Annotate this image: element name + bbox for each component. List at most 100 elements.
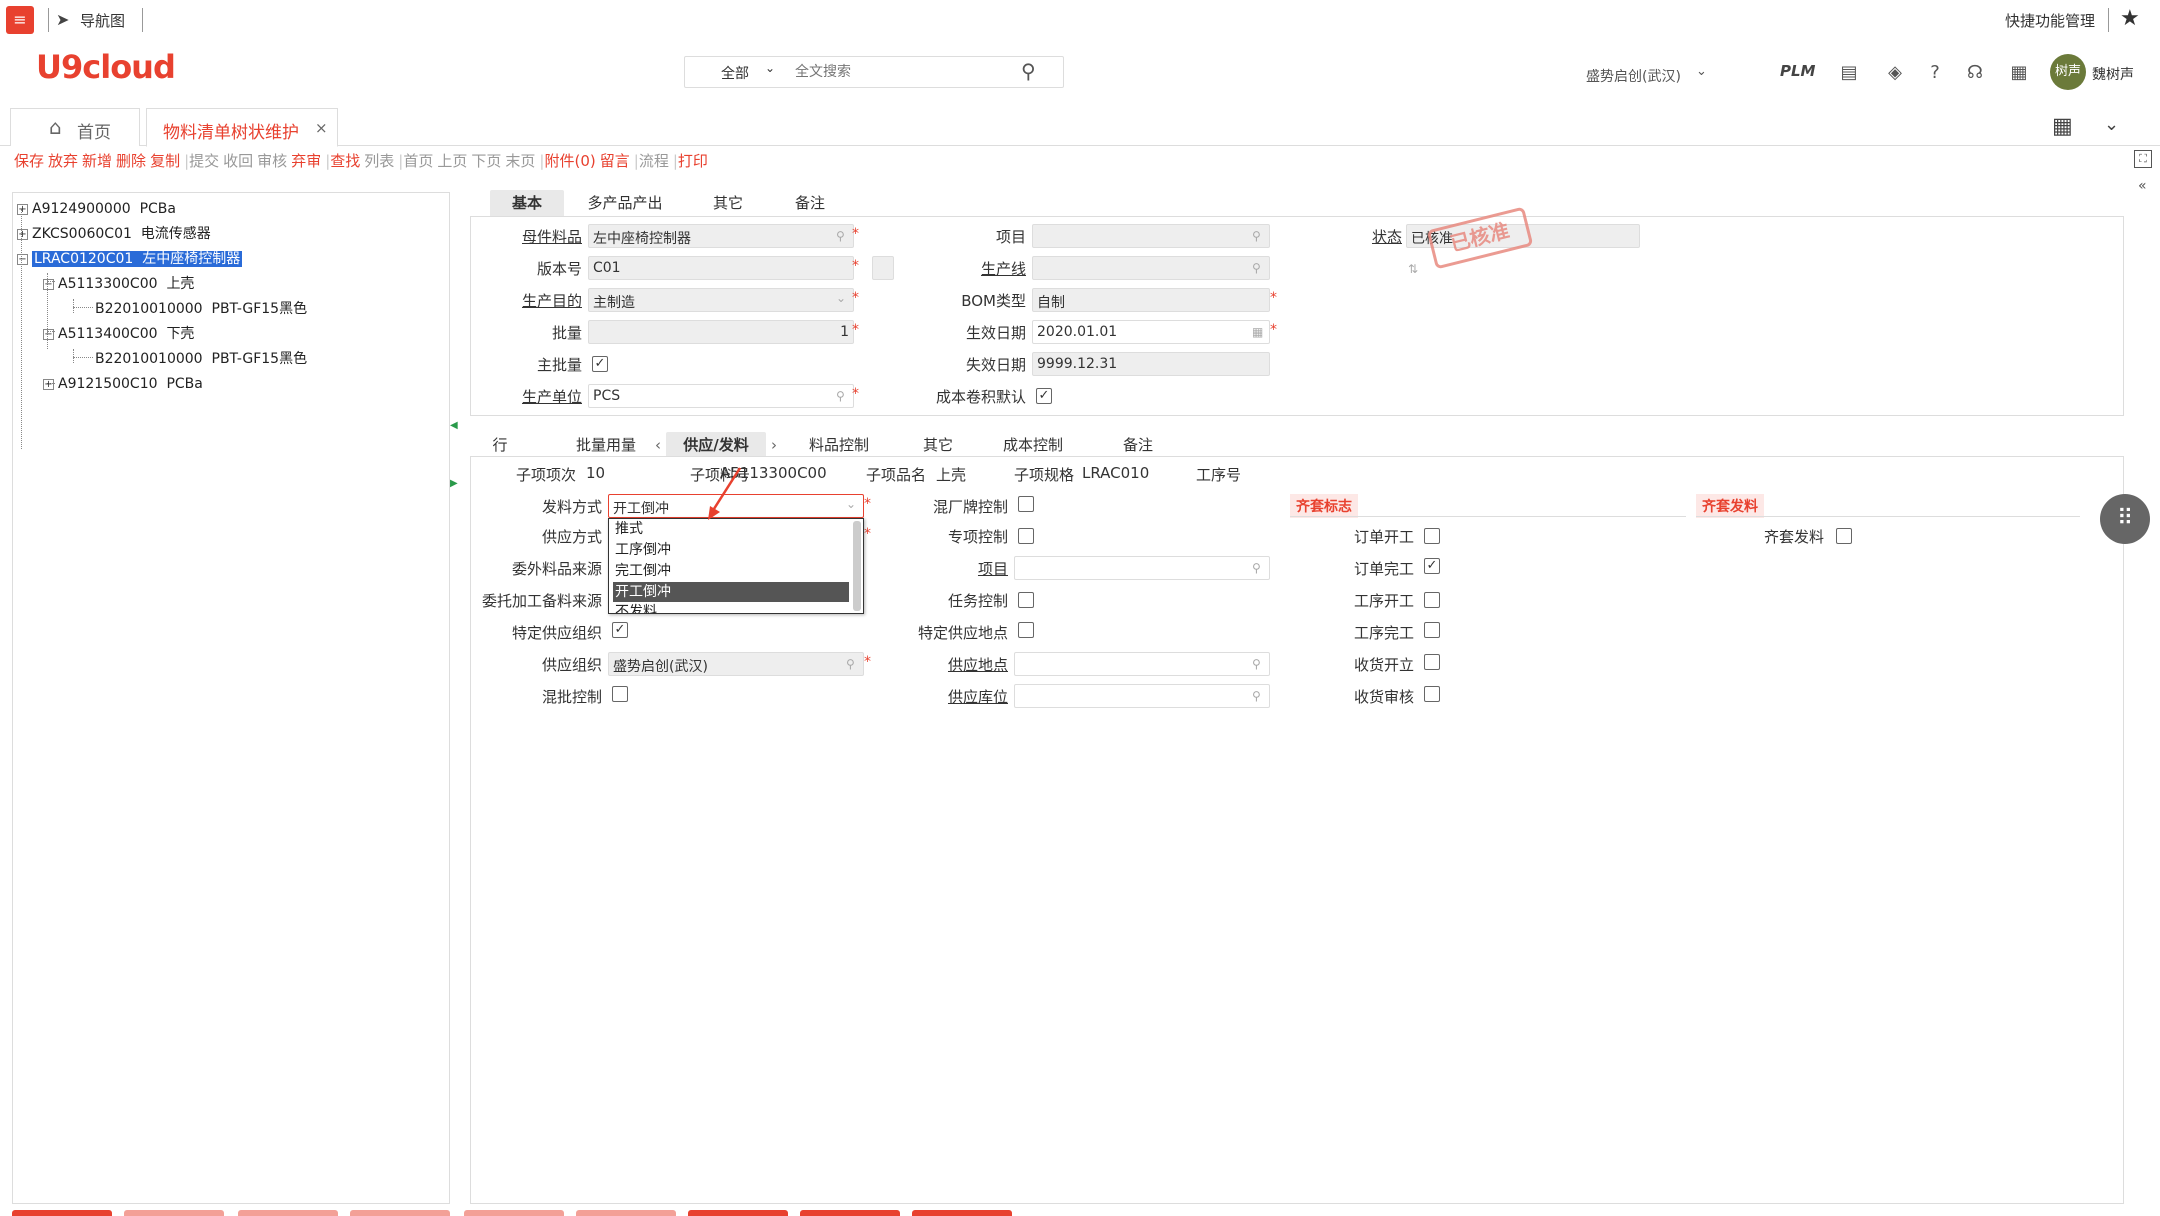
specific-org-checkbox[interactable]: ✓	[612, 622, 628, 638]
avatar[interactable]: 树声	[2050, 54, 2086, 90]
bom-type-field[interactable]: 自制	[1032, 288, 1270, 312]
version-field[interactable]: C01	[588, 256, 854, 280]
search-input[interactable]	[795, 61, 995, 83]
collapse-node-icon[interactable]: −	[43, 278, 54, 290]
dropdown-option-selected[interactable]: 开工倒冲	[613, 582, 849, 602]
tab-bom-tree[interactable]: 物料清单树状维护 ×	[146, 108, 338, 147]
navigation-arrow-icon[interactable]: ➤	[56, 10, 69, 29]
chevron-down-icon[interactable]: ⌄	[836, 291, 846, 305]
history-icon[interactable]: ⇅	[1408, 262, 1418, 276]
tab-other[interactable]: 其它	[898, 432, 978, 458]
recv-start-checkbox[interactable]	[1424, 654, 1440, 670]
chevron-down-icon[interactable]: ⌄	[765, 61, 775, 75]
chevron-left-icon[interactable]: ‹	[650, 432, 666, 458]
calendar-icon[interactable]: ▦	[1252, 325, 1263, 339]
toolbar-button[interactable]: 删除	[116, 150, 146, 171]
bottom-tab[interactable]	[576, 1210, 676, 1216]
collapse-node-icon[interactable]: −	[43, 328, 54, 340]
op-start-checkbox[interactable]	[1424, 592, 1440, 608]
tree-node[interactable]: + A9124900000 PCBa	[17, 199, 176, 219]
mixed-batch-checkbox[interactable]	[612, 686, 628, 702]
version-button[interactable]	[872, 256, 894, 280]
search-icon[interactable]: ⚲	[1252, 229, 1261, 243]
toolbar-button[interactable]: 新增	[82, 150, 112, 171]
toolbar-button[interactable]: 查找	[330, 150, 360, 171]
message-icon[interactable]: ▤	[1836, 60, 1862, 86]
learning-icon[interactable]: ◈	[1882, 60, 1908, 86]
effective-field[interactable]: 2020.01.01	[1032, 320, 1270, 344]
supply-org-field[interactable]: 盛势启创(武汉)	[608, 652, 864, 676]
user-name[interactable]: 魏树声	[2092, 64, 2134, 84]
tree-node-selected[interactable]: − LRAC0120C01 左中座椅控制器	[17, 249, 243, 269]
dropdown-option[interactable]: 工序倒冲	[613, 540, 849, 560]
toolbar-button[interactable]: 首页	[403, 150, 433, 171]
headset-icon[interactable]: ☊	[1962, 60, 1988, 86]
toolbar-button[interactable]: 复制	[150, 150, 180, 171]
toolbar-button[interactable]: 审核	[257, 150, 287, 171]
tab-item-control[interactable]: 料品控制	[784, 432, 894, 458]
bottom-tab[interactable]	[800, 1210, 900, 1216]
supply-wh-label[interactable]: 供应库位	[880, 686, 1008, 707]
issue-method-dropdown[interactable]: 推式 工序倒冲 完工倒冲 开工倒冲 不发料	[608, 518, 864, 614]
tree-node[interactable]: + ZKCS0060C01 电流传感器	[17, 224, 211, 244]
specific-loc-checkbox[interactable]	[1018, 622, 1034, 638]
bottom-tab[interactable]	[350, 1210, 450, 1216]
chevron-down-icon[interactable]: ⌄	[846, 497, 856, 511]
tab-row[interactable]: 行	[480, 432, 520, 458]
toolbar-button[interactable]: 收回	[223, 150, 253, 171]
dropdown-option[interactable]: 不发料	[613, 603, 849, 613]
special-ctrl-checkbox[interactable]	[1018, 528, 1034, 544]
batch-field[interactable]: 1	[588, 320, 854, 344]
search-box[interactable]: 全部 ⌄ ⚲	[684, 56, 1064, 88]
toolbar-button[interactable]: 提交	[189, 150, 219, 171]
search-icon[interactable]: ⚲	[836, 229, 845, 243]
tree-node[interactable]: + A9121500C10 PCBa	[43, 374, 203, 394]
collapse-icon[interactable]: «	[2138, 178, 2147, 194]
toolbar-button[interactable]: 末页	[505, 150, 535, 171]
tab-home[interactable]: ⌂ 首页	[10, 108, 140, 146]
tab-basic[interactable]: 基本	[490, 190, 564, 216]
grid-icon[interactable]: ▦	[2052, 114, 2073, 139]
menu-icon[interactable]: ≡	[6, 6, 34, 34]
toolbar-button[interactable]: 留言	[600, 150, 630, 171]
tab-supply-issue[interactable]: 供应/发料	[666, 432, 766, 458]
unit-label[interactable]: 生产单位	[510, 386, 582, 407]
close-icon[interactable]: ×	[315, 119, 328, 137]
main-batch-checkbox[interactable]: ✓	[592, 356, 608, 372]
mixed-brand-checkbox[interactable]	[1018, 496, 1034, 512]
recv-audit-checkbox[interactable]	[1424, 686, 1440, 702]
project-field[interactable]	[1032, 224, 1270, 248]
bottom-tab[interactable]	[124, 1210, 224, 1216]
search-icon[interactable]: ⚲	[1021, 59, 1036, 83]
search-icon[interactable]: ⚲	[1252, 261, 1261, 275]
line-field[interactable]	[1032, 256, 1270, 280]
chevron-down-icon[interactable]: ⌄	[1696, 64, 1707, 79]
splitter-arrow-icon[interactable]: ▶	[450, 478, 458, 489]
scrollbar[interactable]	[853, 521, 861, 611]
unit-field[interactable]: PCS	[588, 384, 854, 408]
toolbar-button[interactable]: 上页	[437, 150, 467, 171]
search-scope[interactable]: 全部	[721, 63, 749, 83]
supply-wh-field[interactable]	[1014, 684, 1270, 708]
splitter-arrow-icon[interactable]: ◀	[450, 420, 458, 431]
tree-node[interactable]: − A5113300C00 上壳	[43, 274, 194, 294]
search-icon[interactable]: ⚲	[846, 657, 855, 671]
org-selector[interactable]: 盛势启创(武汉)	[1586, 66, 1681, 86]
tab-multi-output[interactable]: 多产品产出	[570, 190, 680, 216]
tab-remark[interactable]: 备注	[1098, 432, 1178, 458]
toolbar-button[interactable]: 放弃	[48, 150, 78, 171]
parent-item-field[interactable]: 左中座椅控制器	[588, 224, 854, 248]
line-label[interactable]: 生产线	[930, 258, 1026, 279]
status-label[interactable]: 状态	[1330, 226, 1402, 247]
purpose-field[interactable]: 主制造	[588, 288, 854, 312]
bottom-tab[interactable]	[12, 1210, 112, 1216]
toolbar-button[interactable]: 附件(0)	[544, 150, 595, 171]
plm-link[interactable]: PLM	[1780, 62, 1815, 80]
tab-other[interactable]: 其它	[688, 190, 768, 216]
search-icon[interactable]: ⚲	[1252, 657, 1261, 671]
parent-item-label[interactable]: 母件料品	[510, 226, 582, 247]
detail-project-field[interactable]	[1014, 556, 1270, 580]
toolbar-button[interactable]: 列表	[364, 150, 394, 171]
op-done-checkbox[interactable]	[1424, 622, 1440, 638]
collapse-node-icon[interactable]: −	[17, 253, 28, 265]
